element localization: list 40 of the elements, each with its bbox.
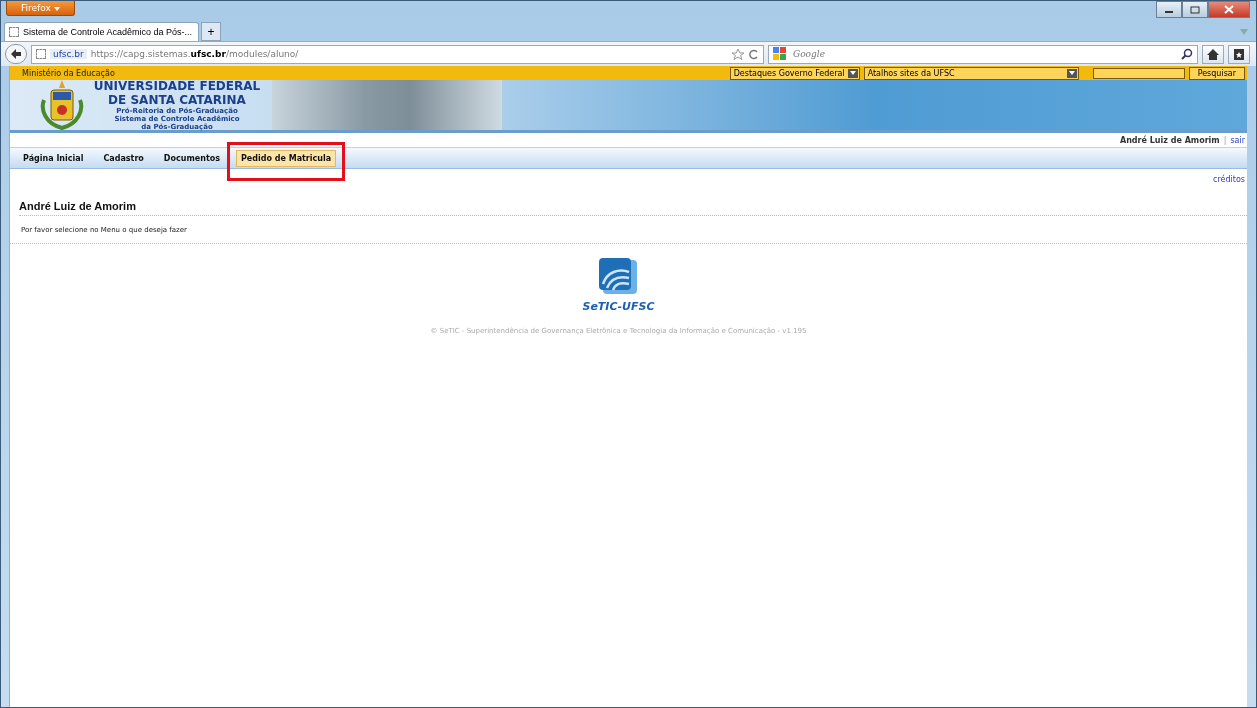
menu-item[interactable]: Cadastro xyxy=(99,150,148,166)
bookmarks-button[interactable] xyxy=(1228,44,1250,64)
caret-icon xyxy=(849,71,856,75)
logout-link[interactable]: sair xyxy=(1230,135,1245,145)
close-icon xyxy=(1224,5,1234,14)
user-name: André Luiz de Amorim xyxy=(1119,135,1220,145)
search-button[interactable]: Pesquisar xyxy=(1188,66,1245,80)
logo-text: SeTIC-UFSC xyxy=(582,300,655,313)
caret-icon xyxy=(1068,71,1075,75)
ministry-label[interactable]: Ministério da Educação xyxy=(12,68,115,78)
credits-link[interactable]: créditos xyxy=(1213,175,1245,184)
minimize-button[interactable] xyxy=(1156,1,1182,18)
back-button[interactable] xyxy=(5,44,27,64)
browser-tab[interactable]: Sistema de Controle Acadêmico da Pós-... xyxy=(4,22,200,41)
page-title: André Luiz de Amorim xyxy=(19,200,1247,216)
url-field[interactable]: ufsc.br https://capg.sistemas.ufsc.br/modules/aluno/ xyxy=(31,44,764,64)
maximize-button[interactable] xyxy=(1182,1,1208,18)
university-title: UNIVERSIDADE FEDERAL xyxy=(93,79,261,93)
bookmark-star-icon xyxy=(1234,48,1244,60)
reload-icon[interactable] xyxy=(749,48,759,60)
separator: | xyxy=(1223,135,1227,145)
home-icon xyxy=(1207,48,1219,60)
search-icon[interactable] xyxy=(1181,48,1193,60)
dropdown[interactable]: Destaques Governo Federal xyxy=(729,66,860,80)
star-icon[interactable] xyxy=(731,48,745,60)
menu-item[interactable]: Documentos xyxy=(159,150,224,166)
crest-icon xyxy=(38,80,86,130)
dropdown[interactable]: Atalhos sites da UFSC xyxy=(863,66,1079,80)
university-title: DE SANTA CATARINA xyxy=(108,93,246,107)
search-field[interactable] xyxy=(1092,67,1185,79)
search-field[interactable]: Google xyxy=(768,44,1198,64)
menu-item[interactable]: Página Inicial xyxy=(19,150,88,166)
close-button[interactable] xyxy=(1208,1,1250,18)
menu-item[interactable]: Pedido de Matricula xyxy=(236,149,337,167)
caret-icon xyxy=(53,7,60,11)
search-engine-icon xyxy=(773,47,787,61)
back-arrow-icon xyxy=(10,48,22,60)
maximize-icon xyxy=(1190,5,1200,14)
new-tab-button[interactable]: + xyxy=(201,22,222,41)
home-button[interactable] xyxy=(1202,44,1224,64)
